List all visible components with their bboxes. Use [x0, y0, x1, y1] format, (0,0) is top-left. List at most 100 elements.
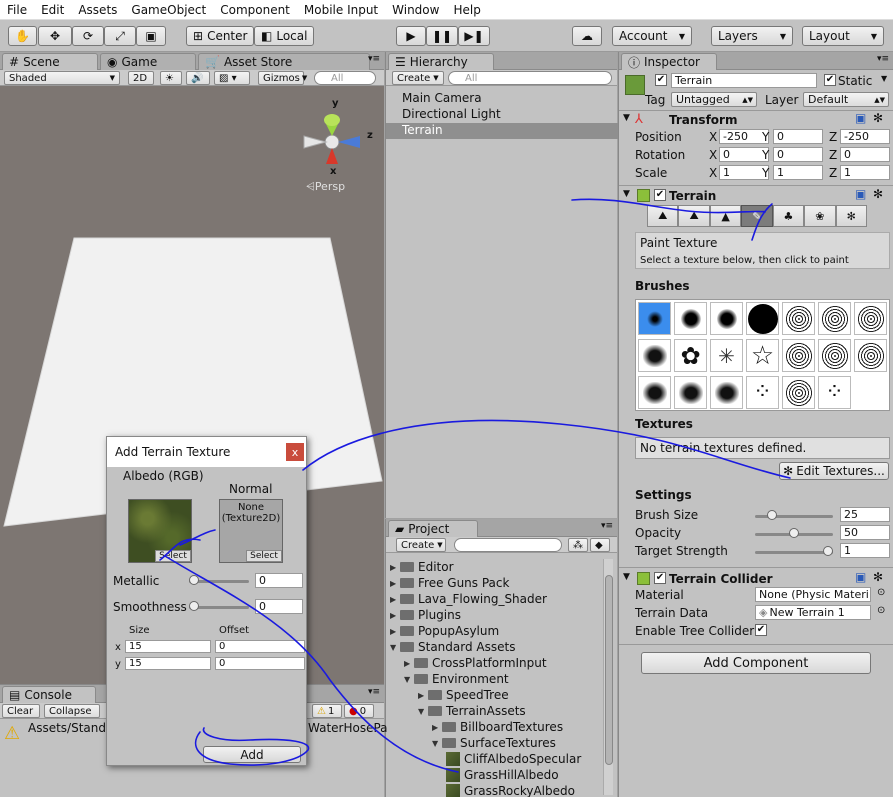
- offset-x-field[interactable]: 0: [215, 640, 305, 653]
- project-tree-item[interactable]: ▶ Lava_Flowing_Shader: [390, 591, 547, 607]
- rotation-z-field[interactable]: 0: [840, 147, 890, 162]
- help-icon[interactable]: ▣: [855, 570, 866, 584]
- foldout-arrow-icon[interactable]: ▼: [418, 707, 428, 716]
- brush-option[interactable]: [782, 376, 815, 409]
- tab-inspector[interactable]: ⓘ Inspector: [621, 53, 717, 70]
- tree-collider-checkbox[interactable]: ✔: [755, 624, 767, 636]
- tab-game[interactable]: ◉ Game: [100, 53, 196, 70]
- console-message[interactable]: Assets/Standa: [28, 721, 113, 735]
- panel-menu-icon[interactable]: ▾≡: [601, 521, 613, 531]
- brush-option[interactable]: [818, 302, 851, 335]
- place-trees-tool[interactable]: ♣: [772, 205, 805, 227]
- foldout-arrow-icon[interactable]: ▼: [390, 643, 400, 652]
- object-picker-icon[interactable]: ⊙: [877, 605, 885, 616]
- add-component-button[interactable]: Add Component: [641, 652, 871, 674]
- help-icon[interactable]: ▣: [855, 187, 866, 201]
- material-field[interactable]: None (Physic Materi: [755, 587, 871, 602]
- project-tree-item[interactable]: CliffAlbedoSpecular: [446, 751, 581, 767]
- menu-assets[interactable]: Assets: [71, 3, 124, 17]
- collider-enabled-checkbox[interactable]: ✔: [654, 572, 666, 584]
- raise-lower-tool[interactable]: ⛰: [647, 205, 679, 227]
- foldout-arrow-icon[interactable]: ▶: [390, 611, 400, 620]
- rotate-tool-button[interactable]: ⟳: [72, 26, 104, 46]
- brush-option[interactable]: [638, 376, 671, 409]
- project-tree-item[interactable]: GrassRockyAlbedo: [446, 783, 575, 797]
- layers-dropdown[interactable]: Layers ▼: [711, 26, 793, 46]
- foldout-arrow-icon[interactable]: ▼: [432, 739, 442, 748]
- object-name-field[interactable]: Terrain: [671, 73, 817, 88]
- project-search-input[interactable]: [454, 538, 562, 552]
- hierarchy-item-main-camera[interactable]: Main Camera: [386, 91, 618, 107]
- hierarchy-item-terrain[interactable]: Terrain: [386, 123, 618, 139]
- project-tree-item[interactable]: ▼ SurfaceTextures: [432, 735, 556, 751]
- project-tree-item[interactable]: ▶ Plugins: [390, 607, 461, 623]
- layout-dropdown[interactable]: Layout ▼: [802, 26, 884, 46]
- brush-option[interactable]: [638, 339, 671, 372]
- play-button[interactable]: ▶: [396, 26, 426, 46]
- pause-button[interactable]: ❚❚: [426, 26, 458, 46]
- brush-option[interactable]: ⁘: [818, 376, 851, 409]
- hierarchy-item-directional-light[interactable]: Directional Light: [386, 107, 618, 123]
- foldout-arrow-icon[interactable]: ▼: [404, 675, 414, 684]
- edit-textures-button[interactable]: ✻ Edit Textures...: [779, 462, 889, 480]
- step-button[interactable]: ▶❚: [458, 26, 490, 46]
- target-strength-slider[interactable]: [755, 551, 833, 554]
- paint-details-tool[interactable]: ❀: [804, 205, 836, 227]
- normal-select-button[interactable]: Select: [246, 550, 282, 562]
- foldout-arrow-icon[interactable]: ▶: [390, 563, 400, 572]
- lighting-toggle[interactable]: ☀: [160, 71, 182, 85]
- albedo-select-button[interactable]: Select: [155, 550, 191, 562]
- audio-toggle[interactable]: 🔊: [186, 71, 210, 85]
- transform-title[interactable]: Transform: [669, 113, 737, 127]
- brush-option[interactable]: [746, 302, 779, 335]
- paint-texture-tool[interactable]: ✎: [741, 205, 773, 227]
- console-collapse-button[interactable]: Collapse: [44, 704, 100, 718]
- shading-dropdown[interactable]: Shaded ▼: [4, 71, 120, 85]
- collider-title[interactable]: Terrain Collider: [669, 572, 773, 586]
- console-clear-button[interactable]: Clear: [2, 704, 40, 718]
- hierarchy-create-button[interactable]: Create ▼: [392, 71, 444, 85]
- filter-type-button[interactable]: ⁂: [568, 538, 588, 552]
- albedo-texture-slot[interactable]: Select: [128, 499, 192, 563]
- terrain-data-field[interactable]: ◈ New Terrain 1: [755, 605, 871, 620]
- hierarchy-search-input[interactable]: All: [448, 71, 612, 85]
- project-tree-item[interactable]: ▶ SpeedTree: [418, 687, 509, 703]
- foldout-arrow-icon[interactable]: ▶: [418, 691, 428, 700]
- brush-option[interactable]: ⁘: [746, 376, 779, 409]
- scene-search-input[interactable]: All: [314, 71, 376, 85]
- brush-size-field[interactable]: 25: [840, 507, 890, 522]
- metallic-slider-thumb[interactable]: [189, 575, 199, 585]
- project-tree-item[interactable]: ▶ Free Guns Pack: [390, 575, 509, 591]
- brush-option[interactable]: [818, 339, 851, 372]
- tab-scene[interactable]: # Scene: [2, 53, 98, 70]
- pivot-local-button[interactable]: ◧ Local: [254, 26, 314, 46]
- menu-help[interactable]: Help: [446, 3, 487, 17]
- normal-texture-slot[interactable]: None (Texture2D) Select: [219, 499, 283, 563]
- layer-dropdown[interactable]: Default ▲▼: [803, 92, 889, 107]
- smooth-height-tool[interactable]: ▲: [709, 205, 742, 227]
- project-tree-item[interactable]: ▼ Environment: [404, 671, 509, 687]
- brush-option[interactable]: [674, 302, 707, 335]
- brush-option[interactable]: [854, 339, 887, 372]
- smoothness-slider-thumb[interactable]: [189, 601, 199, 611]
- persp-label[interactable]: ⩤Persp: [306, 180, 345, 194]
- pivot-center-button[interactable]: ⊞ Center: [186, 26, 254, 46]
- warnings-toggle[interactable]: ⚠ 1: [312, 704, 342, 718]
- menu-gameobject[interactable]: GameObject: [124, 3, 213, 17]
- brush-size-slider-thumb[interactable]: [767, 510, 778, 520]
- help-icon[interactable]: ▣: [855, 111, 866, 125]
- tag-dropdown[interactable]: Untagged ▲▼: [671, 92, 757, 107]
- menu-window[interactable]: Window: [385, 3, 446, 17]
- 2d-toggle[interactable]: 2D: [128, 71, 154, 85]
- panel-menu-icon[interactable]: ▾≡: [877, 54, 889, 64]
- menu-mobile-input[interactable]: Mobile Input: [297, 3, 385, 17]
- target-strength-field[interactable]: 1: [840, 543, 890, 558]
- project-tree-item[interactable]: ▶ PopupAsylum: [390, 623, 499, 639]
- foldout-arrow-icon[interactable]: ▼: [623, 572, 630, 582]
- foldout-arrow-icon[interactable]: ▼: [623, 189, 630, 199]
- move-tool-button[interactable]: ✥: [38, 26, 72, 46]
- foldout-arrow-icon[interactable]: ▶: [432, 723, 442, 732]
- brush-option[interactable]: ☆: [746, 339, 779, 372]
- project-tree-item[interactable]: ▶ Editor: [390, 559, 454, 575]
- errors-toggle[interactable]: ● 0: [344, 704, 374, 718]
